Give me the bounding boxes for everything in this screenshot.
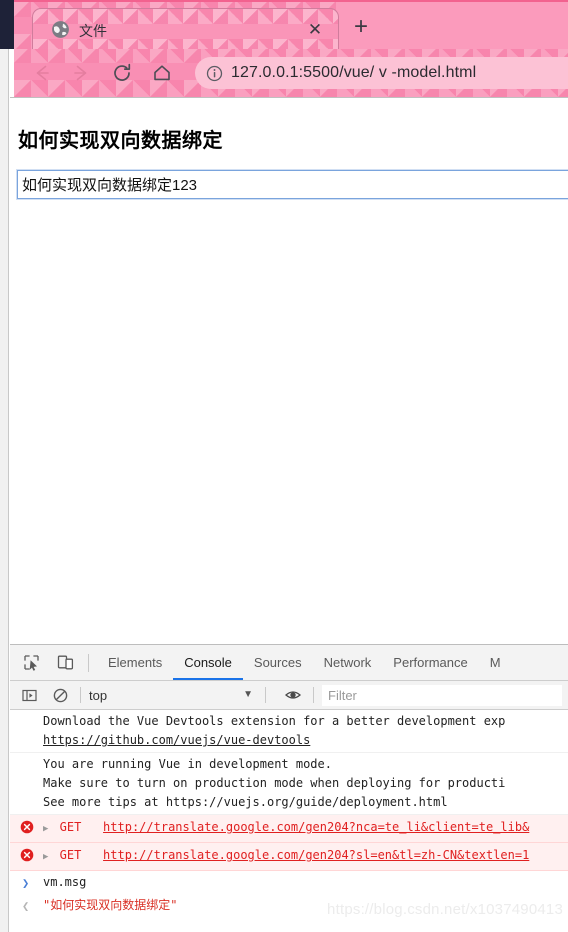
os-desktop-strip [0,0,14,49]
clear-console-icon[interactable] [48,683,72,707]
console-filter-input[interactable] [322,684,562,706]
page-title: 如何实现双向数据绑定 [18,130,223,152]
console-filter-bar: top ▼ [10,681,568,710]
tab-network[interactable]: Network [313,645,383,680]
browser-toolbar: 127.0.0.1:5500/vue/ v -model.html [14,49,568,97]
globe-icon [51,20,70,39]
error-circle-icon [20,820,34,834]
arrow-left-icon[interactable] [29,60,55,86]
request-method: GET [59,820,82,834]
chevron-left-icon: ❮ [22,899,30,913]
window-left-gutter [0,49,9,932]
console-line: Make sure to turn on production mode whe… [43,776,506,790]
address-bar[interactable]: 127.0.0.1:5500/vue/ v -model.html [195,57,568,89]
console-line: You are running Vue in development mode. [43,757,332,771]
tab-strip: 文件 ✕ + [14,0,568,49]
reload-icon[interactable] [109,60,135,86]
console-line-with-link[interactable]: See more tips at https://vuejs.org/guide… [43,793,568,812]
eye-icon[interactable] [281,683,305,707]
device-toolbar-icon[interactable] [52,650,78,676]
execution-context-label: top [89,687,108,703]
browser-tab-active[interactable]: 文件 ✕ [32,8,339,49]
console-input-expression: vm.msg [43,875,87,889]
console-input-row[interactable]: ❯ vm.msg [10,871,568,894]
browser-window: 文件 ✕ + 127.0.0.1:5500/vue/ v -model.html… [0,0,568,932]
expand-triangle-icon[interactable]: ▶ [43,848,48,867]
request-url[interactable]: http://translate.google.com/gen204?nca=t… [103,820,529,834]
console-message-vue-devtools: Download the Vue Devtools extension for … [10,710,568,753]
browser-tab-title: 文件 [79,23,107,39]
console-result-value: "如何实现双向数据绑定" [43,898,178,912]
console-sidebar-icon[interactable] [17,683,41,707]
chevron-right-icon: ❯ [22,876,30,890]
console-output[interactable]: Download the Vue Devtools extension for … [10,710,568,932]
info-circle-icon[interactable] [206,65,223,82]
console-error-row[interactable]: ▶ GET http://translate.google.com/gen204… [10,815,568,843]
inspect-cursor-icon[interactable] [18,650,44,676]
close-icon[interactable]: ✕ [306,20,324,38]
page-viewport: 如何实现双向数据绑定 [10,97,568,644]
execution-context-selector[interactable]: top ▼ [89,684,257,706]
devtools-panel: Elements Console Sources Network Perform… [10,644,568,932]
tab-memory[interactable]: M [479,645,512,680]
filterbar-divider-3 [313,687,314,703]
home-icon[interactable] [149,60,175,86]
tab-elements[interactable]: Elements [97,645,173,680]
tab-sources[interactable]: Sources [243,645,313,680]
request-method: GET [59,848,82,862]
new-tab-button[interactable]: + [350,15,372,39]
toolbar-divider [88,653,89,672]
error-circle-icon [20,848,34,862]
request-url[interactable]: http://translate.google.com/gen204?sl=en… [103,848,529,862]
two-way-binding-input[interactable] [16,169,568,200]
watermark: https://blog.csdn.net/x1037490413 [327,901,563,918]
tab-performance[interactable]: Performance [382,645,478,680]
chevron-down-icon: ▼ [243,689,253,700]
window-accent-line [14,0,568,2]
filterbar-divider-1 [80,687,81,703]
expand-triangle-icon[interactable]: ▶ [43,820,48,839]
filterbar-divider-2 [265,687,266,703]
console-link[interactable]: https://github.com/vuejs/vue-devtools [43,731,568,750]
devtools-tab-bar: Elements Console Sources Network Perform… [10,645,568,681]
arrow-right-icon[interactable] [68,60,94,86]
console-line: Download the Vue Devtools extension for … [43,714,506,728]
console-error-row[interactable]: ▶ GET http://translate.google.com/gen204… [10,843,568,871]
tab-console[interactable]: Console [173,645,243,680]
console-message-dev-mode: You are running Vue in development mode.… [10,753,568,815]
address-bar-url: 127.0.0.1:5500/vue/ v -model.html [231,64,477,81]
